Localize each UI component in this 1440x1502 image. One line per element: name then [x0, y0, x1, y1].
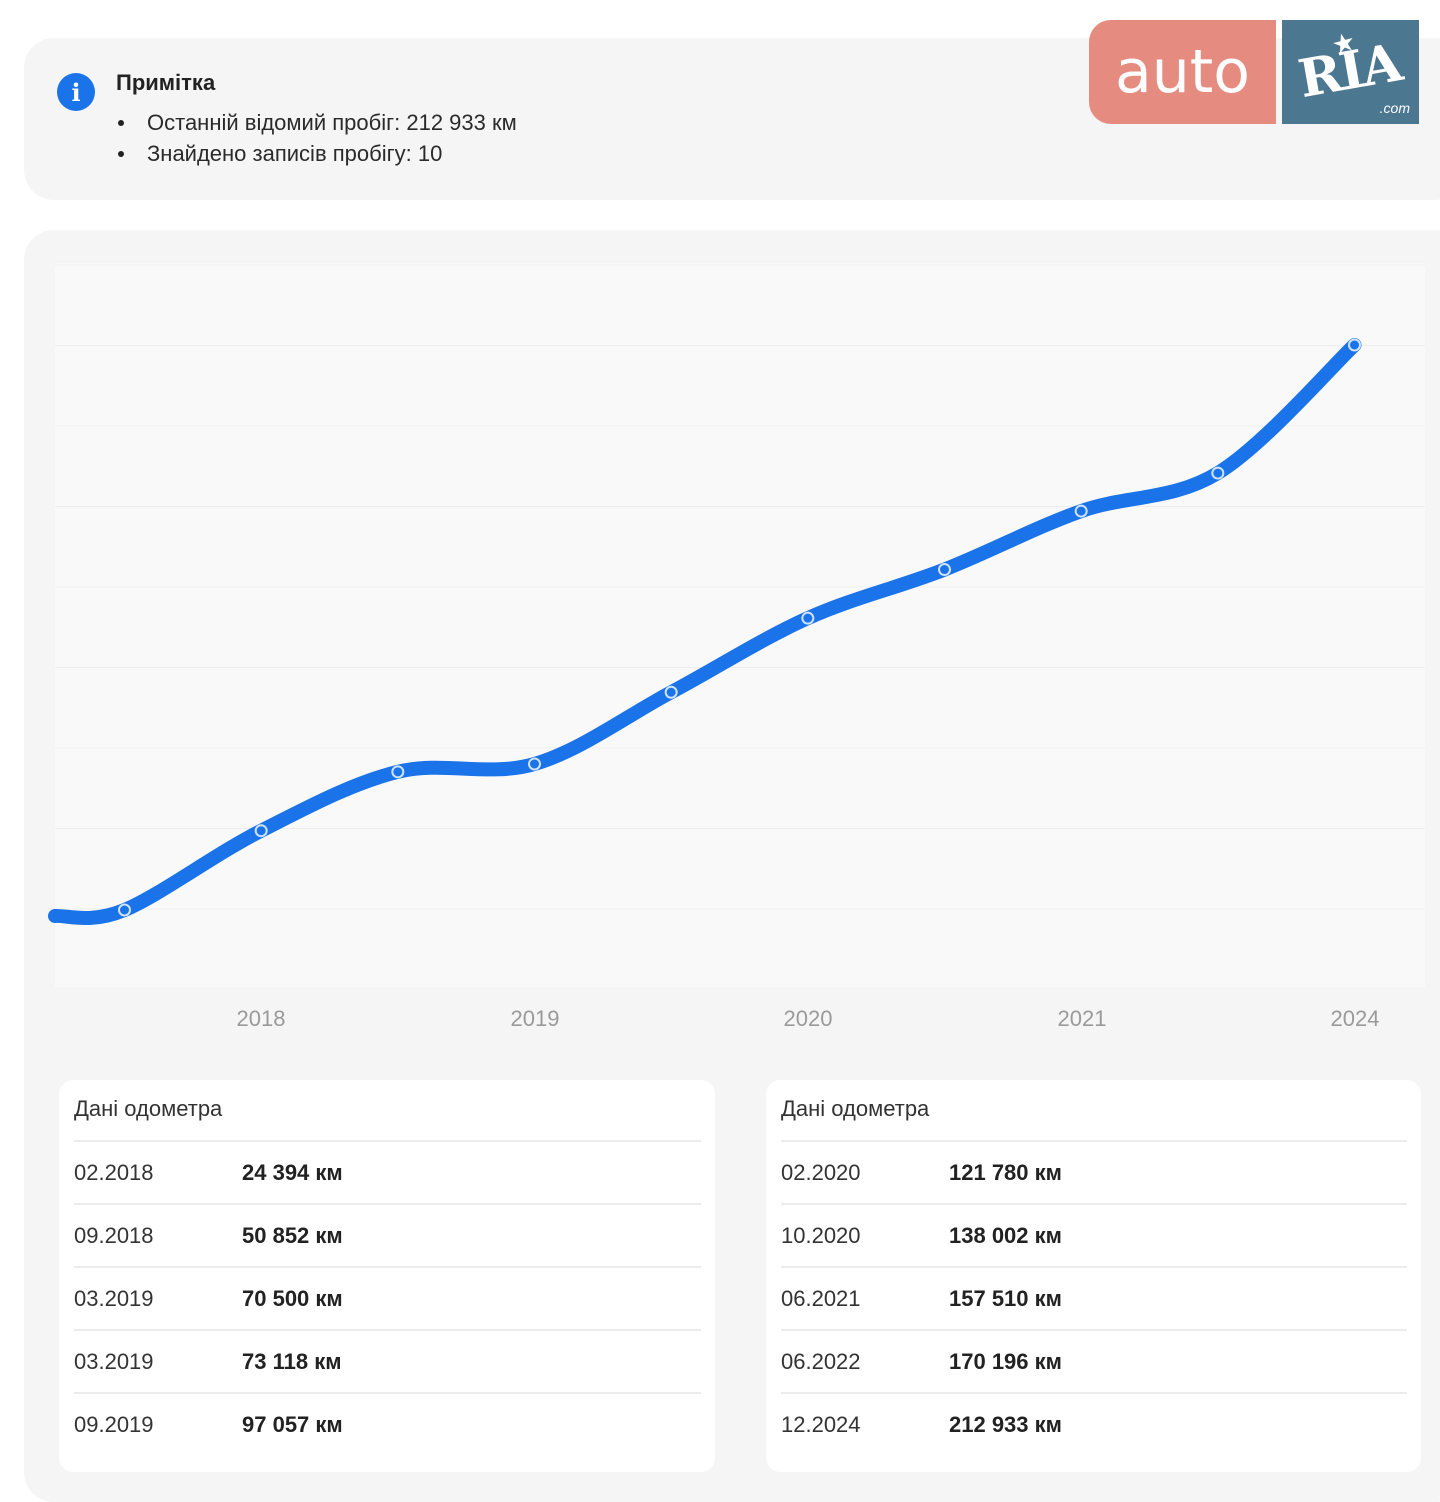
- odometer-km: 73 118 км: [242, 1349, 342, 1374]
- odometer-km: 212 933 км: [949, 1412, 1062, 1437]
- mileage-chart: 2018 2019 2020 2021 2024: [48, 264, 1425, 1031]
- odometer-date: 09.2019: [74, 1412, 154, 1437]
- odometer-row: 02.2020 121 780 км: [781, 1140, 1407, 1205]
- odometer-row: 03.2019 73 118 км: [74, 1329, 701, 1394]
- data-point[interactable]: [801, 611, 815, 625]
- odometer-date: 02.2020: [781, 1160, 861, 1185]
- x-tick-label: 2018: [237, 1006, 286, 1031]
- x-tick-label: 2019: [511, 1006, 560, 1031]
- odometer-km: 138 002 км: [949, 1223, 1062, 1248]
- x-tick-label: 2021: [1058, 1006, 1107, 1031]
- odometer-date: 09.2018: [74, 1223, 154, 1248]
- odometer-date: 03.2019: [74, 1349, 154, 1374]
- mileage-series-line: [48, 338, 1362, 926]
- odometer-row: 09.2018 50 852 км: [74, 1203, 701, 1268]
- odometer-km: 97 057 км: [242, 1412, 343, 1437]
- odometer-km: 50 852 км: [242, 1223, 343, 1248]
- data-point[interactable]: [528, 757, 541, 771]
- odometer-row: 12.2024 212 933 км: [781, 1392, 1407, 1457]
- data-point[interactable]: [118, 903, 131, 917]
- odometer-km: 70 500 км: [242, 1286, 343, 1311]
- odometer-date: 02.2018: [74, 1160, 154, 1185]
- data-point[interactable]: [1211, 466, 1225, 480]
- data-point[interactable]: [664, 685, 678, 699]
- odometer-row: 10.2020 138 002 км: [781, 1203, 1407, 1268]
- odometer-km: 121 780 км: [949, 1160, 1062, 1185]
- odometer-row: 06.2021 157 510 км: [781, 1266, 1407, 1331]
- odometer-row: 06.2022 170 196 км: [781, 1329, 1407, 1394]
- odometer-date: 12.2024: [781, 1412, 861, 1437]
- data-point[interactable]: [1074, 504, 1088, 518]
- x-tick-label: 2024: [1331, 1006, 1380, 1031]
- odometer-km: 170 196 км: [949, 1349, 1062, 1374]
- odometer-date: 03.2019: [74, 1286, 154, 1311]
- odometer-panel-right: Дані одометра 02.2020 121 780 км 10.2020 13…: [766, 1080, 1421, 1472]
- data-point[interactable]: [938, 563, 951, 577]
- odometer-row: 02.2018 24 394 км: [74, 1140, 701, 1205]
- odometer-date: 06.2022: [781, 1349, 861, 1374]
- odometer-panel-left: Дані одометра 02.2018 24 394 км 09.2018 50 …: [59, 1080, 715, 1472]
- odometer-date: 10.2020: [781, 1223, 861, 1248]
- odometer-title: Дані одометра: [74, 1096, 223, 1121]
- odometer-row: 03.2019 70 500 км: [74, 1266, 701, 1331]
- odometer-title: Дані одометра: [781, 1096, 930, 1121]
- odometer-km: 157 510 км: [949, 1286, 1062, 1311]
- data-point[interactable]: [391, 765, 405, 779]
- odometer-km: 24 394 км: [242, 1160, 343, 1185]
- data-point[interactable]: [254, 824, 268, 838]
- data-point[interactable]: [1348, 338, 1361, 352]
- odometer-date: 06.2021: [781, 1286, 861, 1311]
- x-tick-label: 2020: [784, 1006, 833, 1031]
- odometer-row: 09.2019 97 057 км: [74, 1392, 701, 1457]
